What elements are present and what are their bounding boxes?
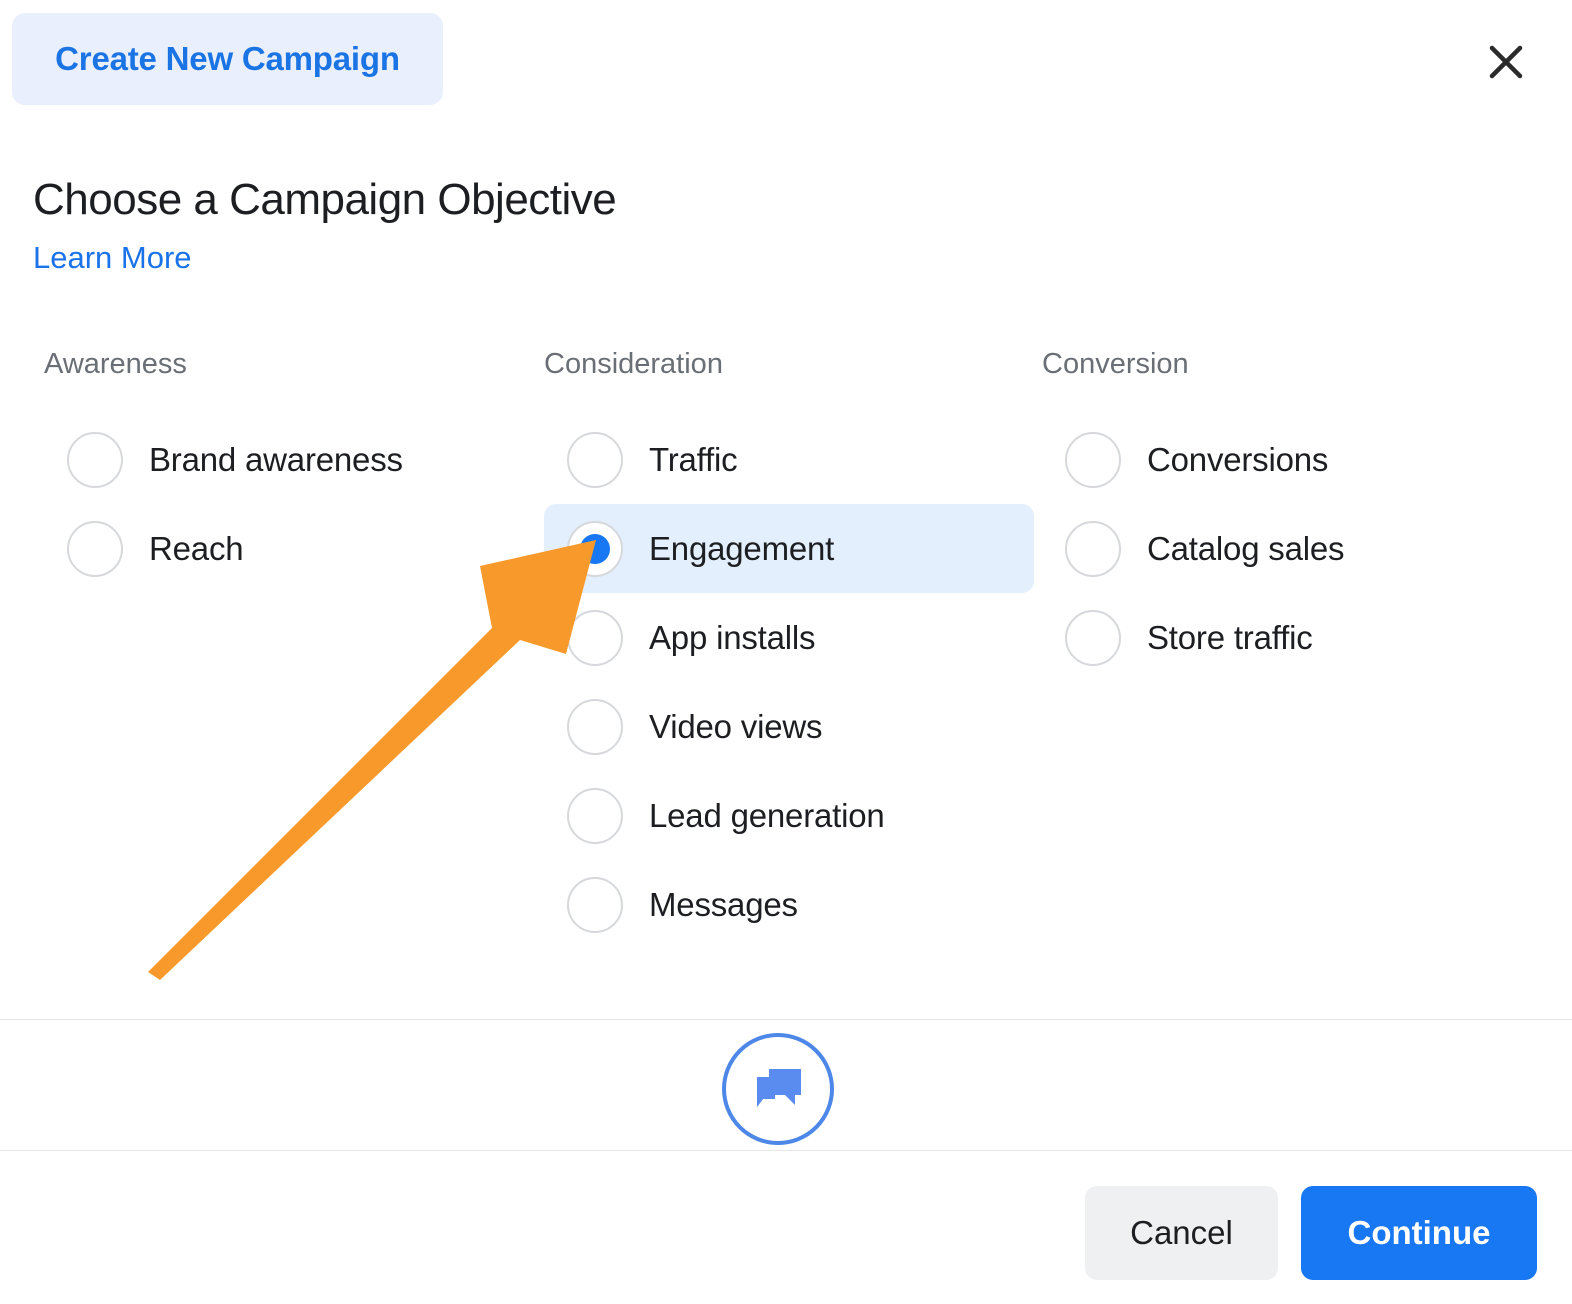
option-reach[interactable]: Reach <box>44 504 534 593</box>
create-new-campaign-badge[interactable]: Create New Campaign <box>12 13 443 105</box>
radio-icon[interactable] <box>567 876 623 933</box>
option-traffic[interactable]: Traffic <box>544 415 1034 504</box>
option-engagement[interactable]: Engagement <box>544 504 1034 593</box>
objective-column-awareness: Awareness Brand awareness Reach <box>44 350 534 593</box>
objective-column-conversion: Conversion Conversions Catalog sales Sto… <box>1042 350 1542 682</box>
option-brand-awareness[interactable]: Brand awareness <box>44 415 534 504</box>
radio-icon[interactable] <box>67 431 123 488</box>
option-messages[interactable]: Messages <box>544 860 1034 949</box>
dialog-footer: Cancel Continue <box>0 1151 1572 1304</box>
radio-icon[interactable] <box>567 609 623 666</box>
option-label: Engagement <box>649 529 835 567</box>
option-conversions[interactable]: Conversions <box>1042 415 1542 504</box>
content-divider <box>0 1019 1572 1020</box>
option-app-installs[interactable]: App installs <box>544 593 1034 682</box>
radio-icon[interactable] <box>567 698 623 755</box>
column-heading: Awareness <box>44 348 187 380</box>
page-title: Choose a Campaign Objective <box>33 175 617 224</box>
option-label: Video views <box>649 707 823 745</box>
radio-icon[interactable] <box>67 520 123 577</box>
close-icon[interactable] <box>1482 38 1530 86</box>
radio-icon[interactable] <box>1065 431 1121 488</box>
radio-icon[interactable] <box>567 431 623 488</box>
option-label: Lead generation <box>649 796 885 834</box>
radio-icon[interactable] <box>1065 520 1121 577</box>
option-label: Catalog sales <box>1147 529 1345 567</box>
radio-icon-selected[interactable] <box>567 520 623 577</box>
continue-button[interactable]: Continue <box>1301 1186 1537 1280</box>
column-heading: Consideration <box>544 348 723 380</box>
option-catalog-sales[interactable]: Catalog sales <box>1042 504 1542 593</box>
radio-icon[interactable] <box>1065 609 1121 666</box>
radio-icon[interactable] <box>567 787 623 844</box>
option-lead-generation[interactable]: Lead generation <box>544 771 1034 860</box>
option-label: Conversions <box>1147 440 1329 478</box>
option-label: App installs <box>649 618 816 656</box>
option-label: Traffic <box>649 440 738 478</box>
learn-more-link[interactable]: Learn More <box>33 240 192 276</box>
create-new-campaign-label: Create New Campaign <box>55 40 400 77</box>
option-label: Messages <box>649 885 798 923</box>
option-store-traffic[interactable]: Store traffic <box>1042 593 1542 682</box>
option-label: Reach <box>149 529 244 567</box>
option-video-views[interactable]: Video views <box>544 682 1034 771</box>
option-label: Store traffic <box>1147 618 1313 656</box>
option-label: Brand awareness <box>149 440 403 478</box>
chat-bubbles-icon[interactable] <box>722 1033 834 1145</box>
objective-column-consideration: Consideration Traffic Engagement App ins… <box>544 350 1034 949</box>
column-heading: Conversion <box>1042 348 1189 380</box>
cancel-button[interactable]: Cancel <box>1085 1186 1278 1280</box>
